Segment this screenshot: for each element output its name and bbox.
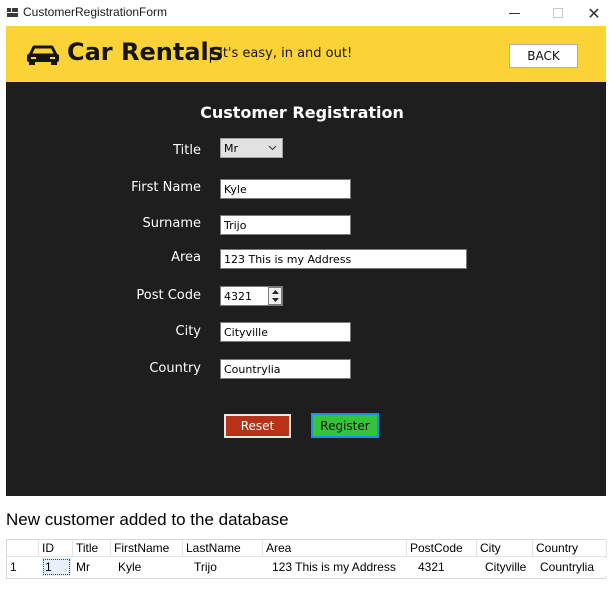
column-header-firstname[interactable]: FirstName bbox=[111, 540, 183, 556]
header-separator: | bbox=[208, 45, 214, 63]
maximize-button[interactable] bbox=[538, 0, 578, 26]
cell-title[interactable]: Mr bbox=[73, 558, 111, 576]
title-select-value: Mr bbox=[224, 142, 239, 155]
column-header-area[interactable]: Area bbox=[263, 540, 407, 556]
close-button[interactable]: ✕ bbox=[574, 0, 613, 26]
city-field[interactable]: Cityville bbox=[220, 322, 351, 342]
title-label: Title bbox=[173, 143, 201, 158]
grid-header-row: ID Title FirstName LastName Area PostCod… bbox=[7, 540, 607, 557]
cell-country[interactable]: Countrylia bbox=[537, 558, 607, 576]
cell-city[interactable]: Cityville bbox=[482, 558, 533, 576]
city-label: City bbox=[175, 324, 201, 339]
chevron-down-icon bbox=[268, 145, 277, 151]
brand-title: Car Rentals bbox=[67, 38, 224, 66]
minimize-button[interactable] bbox=[494, 0, 534, 26]
surname-label: Surname bbox=[142, 216, 201, 231]
register-button[interactable]: Register bbox=[311, 413, 379, 438]
column-header-id[interactable]: ID bbox=[39, 540, 73, 556]
surname-field[interactable]: Trijo bbox=[220, 215, 351, 235]
area-label: Area bbox=[171, 250, 201, 265]
column-header-city[interactable]: City bbox=[477, 540, 533, 556]
cell-area[interactable]: 123 This is my Address bbox=[269, 558, 407, 576]
customers-grid[interactable]: ID Title FirstName LastName Area PostCod… bbox=[6, 539, 607, 579]
country-field[interactable]: Countrylia bbox=[220, 359, 351, 379]
row-header-corner bbox=[7, 540, 39, 556]
post-code-spin-buttons bbox=[268, 287, 282, 305]
caret-up-icon bbox=[271, 290, 279, 294]
minimize-icon bbox=[508, 12, 520, 14]
spin-down-button[interactable] bbox=[270, 296, 280, 304]
first-name-field[interactable]: Kyle bbox=[220, 179, 351, 199]
spin-up-button[interactable] bbox=[270, 288, 280, 296]
column-header-lastname[interactable]: LastName bbox=[183, 540, 263, 556]
cell-id[interactable]: 1 bbox=[42, 558, 71, 576]
column-header-postcode[interactable]: PostCode bbox=[407, 540, 477, 556]
app-icon bbox=[7, 8, 18, 17]
caret-down-icon bbox=[271, 298, 279, 302]
reset-button[interactable]: Reset bbox=[224, 414, 291, 438]
cell-firstname[interactable]: Kyle bbox=[115, 558, 183, 576]
table-row[interactable]: 1 1 Mr Kyle Trijo 123 This is my Address… bbox=[7, 558, 607, 576]
car-icon bbox=[27, 45, 59, 65]
title-select[interactable]: Mr bbox=[220, 138, 283, 158]
back-button[interactable]: BACK bbox=[509, 44, 578, 68]
column-header-title[interactable]: Title bbox=[73, 540, 111, 556]
window-title: CustomerRegistrationForm bbox=[23, 5, 168, 19]
first-name-label: First Name bbox=[131, 180, 201, 195]
cell-postcode[interactable]: 4321 bbox=[415, 558, 477, 576]
row-header[interactable]: 1 bbox=[7, 558, 39, 576]
result-caption: New customer added to the database bbox=[6, 510, 289, 529]
country-label: Country bbox=[149, 361, 201, 376]
tagline: It's easy, in and out! bbox=[219, 46, 353, 61]
area-field[interactable]: 123 This is my Address bbox=[220, 249, 467, 269]
maximize-icon bbox=[553, 8, 563, 18]
column-header-country[interactable]: Country bbox=[533, 540, 607, 556]
registration-panel: Customer Registration Title Mr First Nam… bbox=[6, 82, 606, 496]
form-title: Customer Registration bbox=[200, 103, 404, 122]
cell-lastname[interactable]: Trijo bbox=[191, 558, 263, 576]
window-titlebar: CustomerRegistrationForm ✕ bbox=[0, 0, 613, 26]
header-banner: Car Rentals | It's easy, in and out! BAC… bbox=[6, 26, 606, 82]
post-code-label: Post Code bbox=[136, 288, 201, 303]
